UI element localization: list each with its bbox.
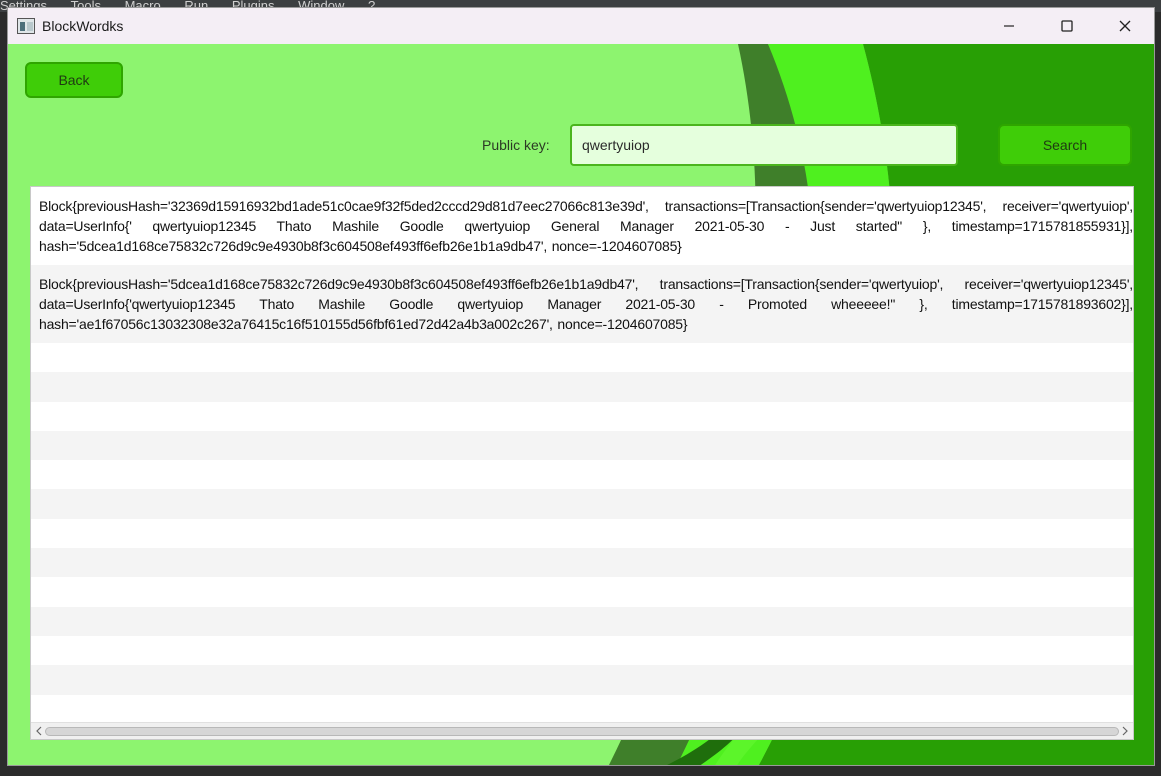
public-key-input[interactable] [570,124,958,166]
app-icon [17,18,35,34]
horizontal-scrollbar[interactable] [31,722,1133,739]
window-title: BlockWordks [42,18,124,34]
app-window: BlockWordks Back Public key: Search [7,7,1155,766]
title-bar[interactable]: BlockWordks [8,8,1154,44]
empty-list-row [31,665,1133,695]
empty-list-row [31,548,1133,578]
empty-list-row [31,430,1133,461]
list-item[interactable]: Block{previousHash='5dcea1d168ce75832c72… [31,265,1133,343]
scroll-right-icon[interactable] [1119,725,1131,737]
empty-list-row [31,695,1133,723]
minimize-icon [1004,25,1014,27]
empty-list-row [31,577,1133,606]
empty-list-row [31,606,1133,636]
search-button[interactable]: Search [998,124,1132,166]
maximize-icon [1061,20,1073,32]
empty-list-row [31,343,1133,372]
empty-list-row [31,519,1133,548]
empty-list-row [31,460,1133,489]
public-key-label: Public key: [482,137,550,153]
main-content: Back Public key: Search Block{previousHa… [8,44,1154,765]
block-list[interactable]: Block{previousHash='32369d15916932bd1ade… [30,186,1134,740]
scrollbar-thumb[interactable] [45,727,1119,736]
empty-list-row [31,489,1133,519]
close-button[interactable] [1096,8,1154,44]
list-item[interactable]: Block{previousHash='32369d15916932bd1ade… [31,187,1133,265]
scroll-left-icon[interactable] [33,725,45,737]
window-controls [980,8,1154,44]
back-button[interactable]: Back [25,62,123,98]
close-icon [1119,20,1131,32]
maximize-button[interactable] [1038,8,1096,44]
minimize-button[interactable] [980,8,1038,44]
empty-list-row [31,372,1133,402]
empty-list-row [31,636,1133,665]
block-list-rows: Block{previousHash='32369d15916932bd1ade… [31,187,1133,723]
empty-list-row [31,402,1133,431]
